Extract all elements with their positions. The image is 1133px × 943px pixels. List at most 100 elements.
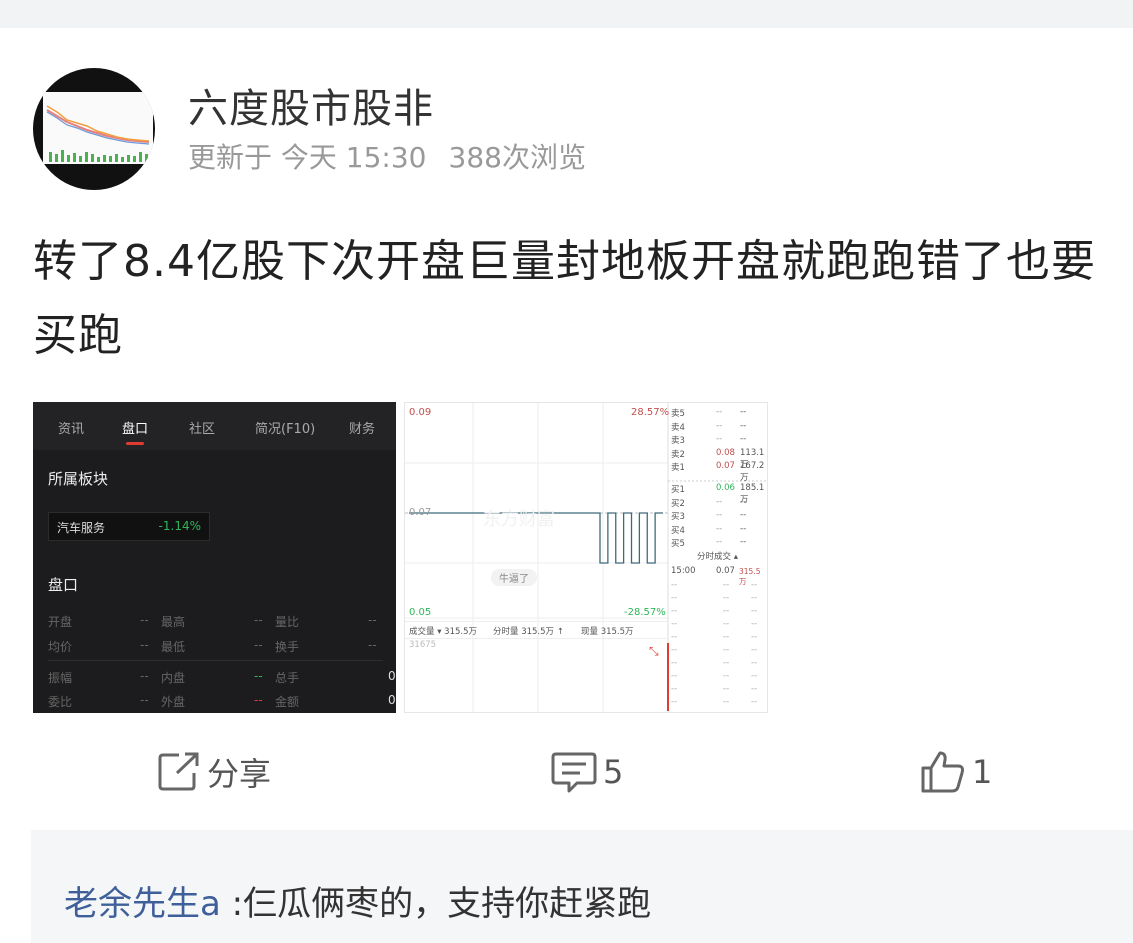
author-avatar[interactable] <box>33 68 155 190</box>
comment-button[interactable]: 5 <box>551 748 623 796</box>
quote-label: 委比 <box>48 695 73 709</box>
quote-label: 开盘 <box>48 615 73 629</box>
order-price: -- <box>716 407 723 417</box>
tick-placeholder: -- <box>751 684 758 694</box>
order-level: 买1 <box>671 485 685 495</box>
like-button[interactable]: 1 <box>920 748 992 796</box>
quote-value: -- <box>368 613 377 627</box>
divider <box>48 660 383 661</box>
order-level: 卖5 <box>671 409 685 419</box>
like-count: 1 <box>972 753 993 791</box>
tick-placeholder: -- <box>723 658 730 668</box>
tab-finance: 财务 <box>349 422 376 437</box>
post-image-quote-panel[interactable]: 资讯 盘口 社区 简况(F10) 财务 所属板块 汽车服务 -1.14% 盘口 … <box>33 402 396 713</box>
pct-high-label: 28.57% <box>631 407 670 418</box>
order-level: 买4 <box>671 525 685 536</box>
tick-placeholder: -- <box>723 671 730 681</box>
order-volume: -- <box>740 420 747 431</box>
volume-total: 成交量 ▾ 315.5万 <box>409 627 478 637</box>
quote-value: -- <box>254 693 263 707</box>
updated-time: 更新于 今天 15:30 <box>188 141 427 174</box>
order-price: -- <box>716 434 723 444</box>
tick-placeholder: -- <box>671 658 678 668</box>
volume-minute: 分时量 315.5万 ↑ <box>493 627 564 637</box>
post-text: 转了8.4亿股下次开盘巨量封地板开盘就跑跑错了也要买跑 <box>33 236 1096 361</box>
quote-value: -- <box>140 613 149 627</box>
comment-badge: 牛逼了 <box>491 569 537 586</box>
quote-label: 最高 <box>161 615 186 629</box>
tab-community: 社区 <box>189 422 216 437</box>
expand-icon[interactable]: ⤡ <box>649 644 659 659</box>
post-image-intraday-chart[interactable]: 东方财富 0.09 0.07 0.05 28.57% -28.57% 牛逼了 成… <box>404 402 768 713</box>
tick-placeholder: -- <box>671 593 678 603</box>
price-low-label: 0.05 <box>409 607 432 618</box>
post-meta: 更新于 今天 15:30 388次浏览 <box>188 136 608 176</box>
quote-section-title: 盘口 <box>48 576 79 594</box>
tick-placeholder: -- <box>671 619 678 629</box>
avatar-image <box>43 92 153 164</box>
order-level: 买2 <box>671 498 685 509</box>
sector-name: 汽车服务 <box>57 521 106 535</box>
quote-label: 外盘 <box>161 695 186 709</box>
tick-placeholder: -- <box>723 580 730 590</box>
share-button[interactable]: 分享 <box>157 748 271 796</box>
volume-bar <box>667 643 669 711</box>
top-strip <box>0 0 1133 28</box>
tick-placeholder: -- <box>671 580 678 590</box>
quote-label: 量比 <box>275 615 300 629</box>
quote-value: -- <box>254 613 263 627</box>
order-price: -- <box>716 496 723 507</box>
tick-placeholder: -- <box>723 645 730 655</box>
order-volume: 167.2万 <box>740 461 765 483</box>
order-price: 0.07 <box>716 461 735 471</box>
comment-author[interactable]: 老余先生a <box>64 884 221 924</box>
quote-row: 开盘 -- 最高 -- 量比 -- <box>48 613 383 631</box>
tick-placeholder: -- <box>751 632 758 642</box>
author-name[interactable]: 六度股市股非 <box>188 76 434 134</box>
tab-quote: 盘口 <box>122 422 149 437</box>
quote-label: 换手 <box>275 640 300 654</box>
tick-placeholder: -- <box>751 671 758 681</box>
quote-value: -- <box>254 638 263 652</box>
volume-current: 现量 315.5万 <box>581 627 634 637</box>
tick-placeholder: -- <box>671 697 678 707</box>
tick-price: 0.07 <box>716 566 735 576</box>
share-icon <box>158 752 199 791</box>
thumbs-up-icon <box>921 751 964 793</box>
price-mid-label: 0.07 <box>409 507 432 518</box>
volume-axis-label: 31675 <box>409 640 437 650</box>
tick-placeholder: -- <box>671 606 678 616</box>
tick-placeholder: -- <box>751 606 758 616</box>
comment-preview: 老余先生a :仨瓜俩枣的，支持你赶紧跑 <box>64 876 651 925</box>
tick-placeholder: -- <box>671 632 678 642</box>
comment-text: :仨瓜俩枣的，支持你赶紧跑 <box>220 884 652 924</box>
sector-change: -1.14% <box>158 519 201 533</box>
ticks-title: 分时成交 ▴ <box>697 552 738 562</box>
quote-label: 振幅 <box>48 671 73 685</box>
quote-row: 委比 -- 外盘 -- 金额 0 <box>48 693 396 711</box>
order-level: 买3 <box>671 512 685 522</box>
tick-placeholder: -- <box>671 645 678 655</box>
tab-news: 资讯 <box>58 422 85 437</box>
price-high-label: 0.09 <box>409 407 432 418</box>
tick-placeholder: -- <box>723 697 730 707</box>
tick-placeholder: -- <box>751 658 758 668</box>
order-level: 卖2 <box>671 449 685 460</box>
tick-placeholder: -- <box>723 593 730 603</box>
tick-placeholder: -- <box>723 619 730 629</box>
order-level: 卖1 <box>671 463 685 473</box>
tick-placeholder: -- <box>751 593 758 603</box>
sector-chip: 汽车服务 -1.14% <box>48 512 210 541</box>
order-price: -- <box>716 537 723 547</box>
order-volume: -- <box>740 496 747 507</box>
quote-value: -- <box>254 669 263 683</box>
order-price: -- <box>716 510 723 520</box>
order-price: -- <box>716 420 723 431</box>
quote-label: 总手 <box>275 671 300 685</box>
active-tab-indicator <box>126 442 144 445</box>
quote-value: -- <box>140 638 149 652</box>
pct-low-label: -28.57% <box>624 607 666 618</box>
tick-placeholder: -- <box>723 606 730 616</box>
volume-header: 成交量 ▾ 315.5万 分时量 315.5万 ↑ 现量 315.5万 <box>405 621 668 639</box>
quote-label: 金额 <box>275 695 300 709</box>
